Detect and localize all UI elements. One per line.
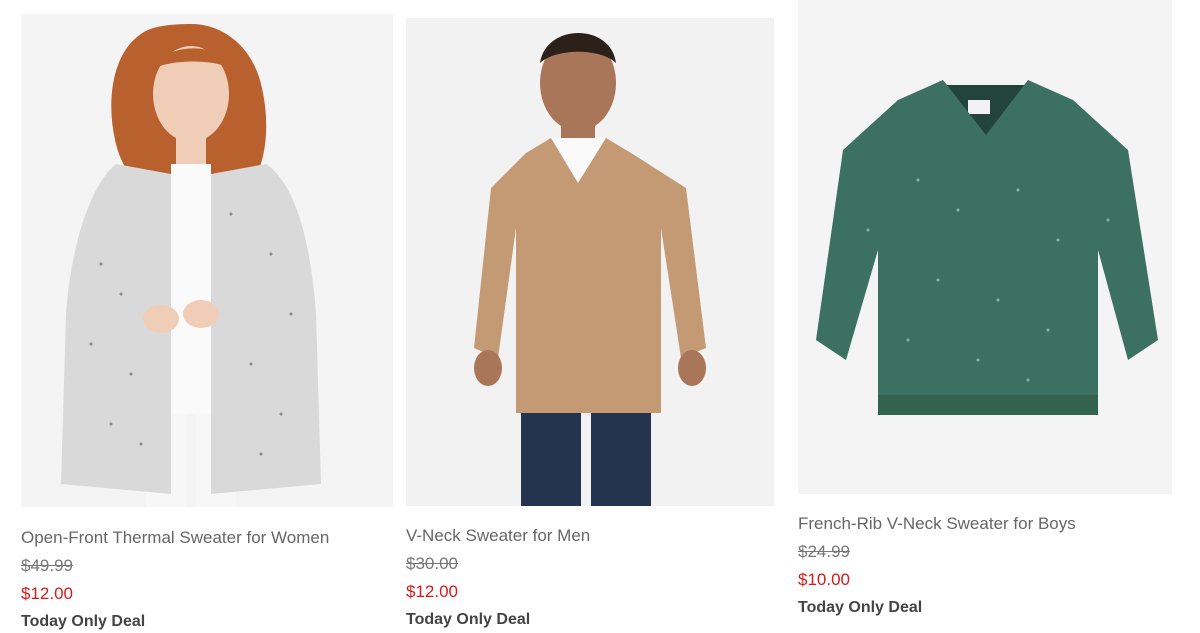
original-price: $24.99 [798, 542, 850, 561]
boys-sweater-illustration [798, 0, 1172, 494]
product-title[interactable]: V-Neck Sweater for Men [406, 526, 774, 546]
sale-price: $10.00 [798, 570, 850, 589]
product-title[interactable]: Open-Front Thermal Sweater for Women [21, 528, 393, 548]
deal-label: Today Only Deal [798, 599, 923, 616]
sale-price: $12.00 [406, 582, 458, 601]
sale-price: $12.00 [21, 584, 73, 603]
original-price: $30.00 [406, 554, 458, 573]
product-card-boys-sweater[interactable]: French-Rib V-Neck Sweater for Boys $24.9… [798, 0, 1172, 618]
original-price: $49.99 [21, 556, 73, 575]
women-cardigan-illustration [21, 14, 393, 507]
product-title[interactable]: French-Rib V-Neck Sweater for Boys [798, 514, 1172, 534]
product-card-women-sweater[interactable]: Open-Front Thermal Sweater for Women $49… [21, 14, 393, 632]
deal-label: Today Only Deal [406, 611, 531, 628]
product-image-boys-sweater[interactable] [798, 0, 1172, 494]
product-card-men-sweater[interactable]: V-Neck Sweater for Men $30.00 $12.00 Tod… [406, 18, 774, 630]
product-image-women-sweater[interactable] [21, 14, 393, 507]
deal-label: Today Only Deal [21, 613, 146, 630]
men-sweater-illustration [406, 18, 774, 506]
product-image-men-sweater[interactable] [406, 18, 774, 506]
